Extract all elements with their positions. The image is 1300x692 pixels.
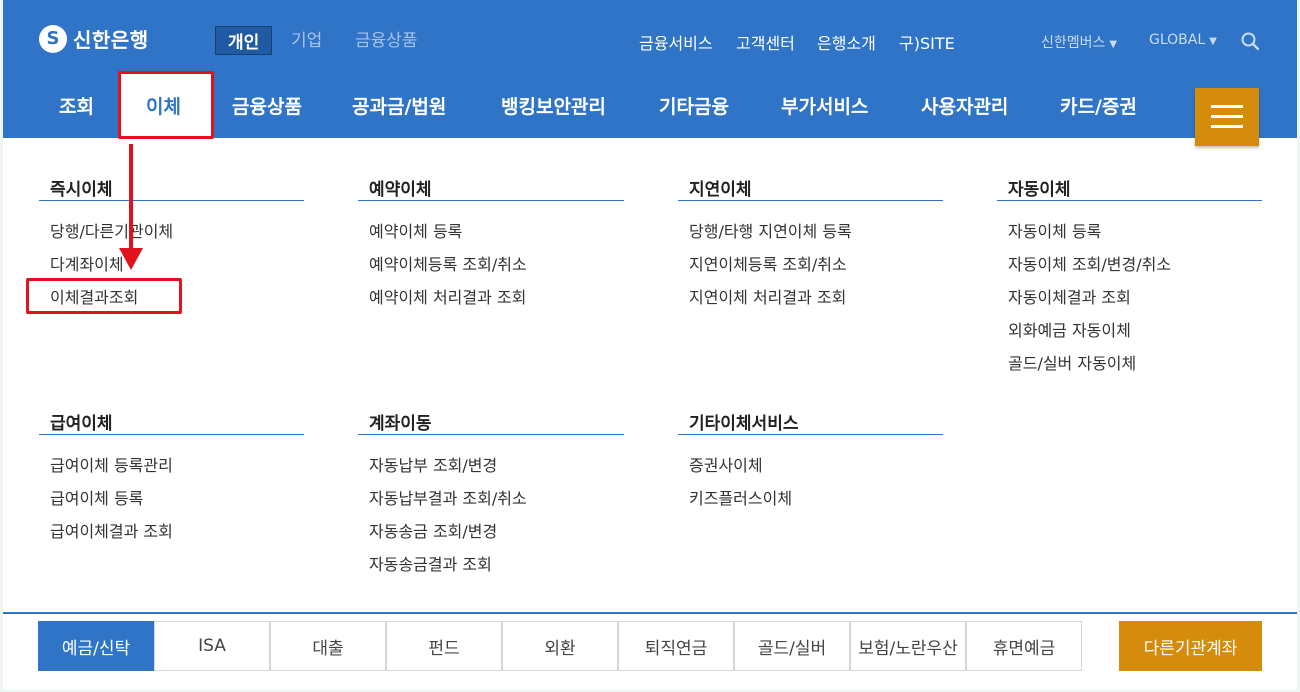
util-link-financial-services[interactable]: 금융서비스: [639, 30, 713, 54]
segment-products[interactable]: 금융상품: [355, 26, 418, 51]
menu-item-auto-register[interactable]: 자동이체 등록: [997, 218, 1101, 242]
bottom-tab-deposit-trust[interactable]: 예금/신탁: [38, 621, 154, 671]
menu-item-delayed-register[interactable]: 당행/타행 지연이체 등록: [678, 218, 852, 242]
global-menu[interactable]: GLOBAL ▼: [1149, 32, 1217, 48]
bottom-tab-fx[interactable]: 외환: [502, 621, 618, 671]
util-link-about-bank[interactable]: 은행소개: [817, 30, 876, 54]
annotation-arrow-head-icon: [119, 248, 143, 270]
nav-utility-court[interactable]: 공과금/법원: [352, 92, 446, 119]
highlight-box-transfer-result: [26, 278, 182, 314]
highlight-box-transfer-tab: [118, 71, 214, 139]
all-menu-button[interactable]: [1195, 88, 1259, 146]
menu-item-auto-pay-result-cancel[interactable]: 자동납부결과 조회/취소: [358, 485, 527, 509]
menu-group-title-delayed[interactable]: 지연이체: [678, 175, 943, 201]
menu-item-auto-remit-result[interactable]: 자동송금결과 조회: [358, 551, 492, 575]
members-label: 신한멤버스: [1041, 35, 1106, 51]
search-icon[interactable]: [1241, 32, 1259, 50]
util-link-customer-center[interactable]: 고객센터: [736, 30, 795, 54]
nav-additional-services[interactable]: 부가서비스: [781, 92, 868, 119]
bottom-tab-loan[interactable]: 대출: [270, 621, 386, 671]
menu-group-title-instant[interactable]: 즉시이체: [39, 175, 304, 201]
caret-down-icon: ▼: [1109, 39, 1118, 50]
global-label: GLOBAL: [1149, 32, 1206, 48]
shinhan-members-menu[interactable]: 신한멤버스 ▼: [1041, 32, 1117, 52]
bottom-tab-other-bank-accounts[interactable]: 다른기관계좌: [1119, 621, 1262, 671]
menu-item-fx-auto-transfer[interactable]: 외화예금 자동이체: [997, 317, 1131, 341]
nav-banking-security[interactable]: 뱅킹보안관리: [501, 92, 606, 119]
nav-other-finance[interactable]: 기타금융: [659, 92, 729, 119]
bank-name: 신한은행: [73, 28, 149, 52]
bottom-tab-fund[interactable]: 펀드: [386, 621, 502, 671]
menu-item-scheduled-result[interactable]: 예약이체 처리결과 조회: [358, 284, 526, 308]
menu-item-delayed-inquiry-cancel[interactable]: 지연이체등록 조회/취소: [678, 251, 847, 275]
menu-group-title-account-switch[interactable]: 계좌이동: [358, 409, 624, 435]
hamburger-icon-bar: [1211, 115, 1243, 118]
annotation-arrow-shaft: [129, 144, 133, 252]
bottom-tab-pension[interactable]: 퇴직연금: [618, 621, 734, 671]
nav-financial-products[interactable]: 금융상품: [232, 92, 302, 119]
menu-item-payroll-register-manage[interactable]: 급여이체 등록관리: [39, 452, 173, 476]
nav-inquiry[interactable]: 조회: [59, 92, 94, 119]
menu-item-kids-plus-transfer[interactable]: 키즈플러스이체: [678, 485, 792, 509]
menu-item-payroll-result[interactable]: 급여이체결과 조회: [39, 518, 173, 542]
menu-group-title-other-transfer[interactable]: 기타이체서비스: [678, 409, 943, 435]
hamburger-icon-bar: [1211, 105, 1243, 108]
menu-item-delayed-result[interactable]: 지연이체 처리결과 조회: [678, 284, 846, 308]
hamburger-icon-bar: [1211, 125, 1243, 128]
bottom-tab-gold-silver[interactable]: 골드/실버: [734, 621, 850, 671]
menu-item-scheduled-register[interactable]: 예약이체 등록: [358, 218, 462, 242]
nav-user-management[interactable]: 사용자관리: [921, 92, 1008, 119]
nav-card-securities[interactable]: 카드/증권: [1060, 92, 1137, 119]
menu-item-auto-inquiry-change-cancel[interactable]: 자동이체 조회/변경/취소: [997, 251, 1171, 275]
bottom-tab-dormant[interactable]: 휴면예금: [966, 621, 1082, 671]
menu-item-scheduled-inquiry-cancel[interactable]: 예약이체등록 조회/취소: [358, 251, 527, 275]
menu-item-gold-silver-auto-transfer[interactable]: 골드/실버 자동이체: [997, 350, 1136, 374]
segment-personal[interactable]: 개인: [215, 26, 273, 55]
menu-item-auto-pay-inquiry-change[interactable]: 자동납부 조회/변경: [358, 452, 497, 476]
menu-item-same-other-bank-transfer[interactable]: 당행/다른기관이체: [39, 218, 173, 242]
menu-group-title-auto[interactable]: 자동이체: [997, 175, 1262, 201]
caret-down-icon: ▼: [1209, 36, 1217, 47]
menu-item-payroll-register[interactable]: 급여이체 등록: [39, 485, 143, 509]
menu-item-auto-remit-inquiry-change[interactable]: 자동송금 조회/변경: [358, 518, 497, 542]
menu-group-title-scheduled[interactable]: 예약이체: [358, 175, 624, 201]
menu-item-multi-account-transfer[interactable]: 다계좌이체: [39, 251, 124, 275]
bottom-divider: [3, 612, 1297, 614]
shinhan-logo-icon: S: [39, 24, 67, 53]
menu-item-auto-result[interactable]: 자동이체결과 조회: [997, 284, 1131, 308]
menu-item-securities-transfer[interactable]: 증권사이체: [678, 452, 763, 476]
util-link-old-site[interactable]: 구)SITE: [899, 30, 955, 54]
segment-corporate[interactable]: 기업: [291, 26, 322, 51]
menu-group-title-payroll[interactable]: 급여이체: [39, 409, 304, 435]
bank-logo[interactable]: S 신한은행: [39, 24, 149, 53]
bottom-tab-insurance[interactable]: 보험/노란우산: [850, 621, 966, 671]
bottom-tab-isa[interactable]: ISA: [154, 621, 270, 671]
